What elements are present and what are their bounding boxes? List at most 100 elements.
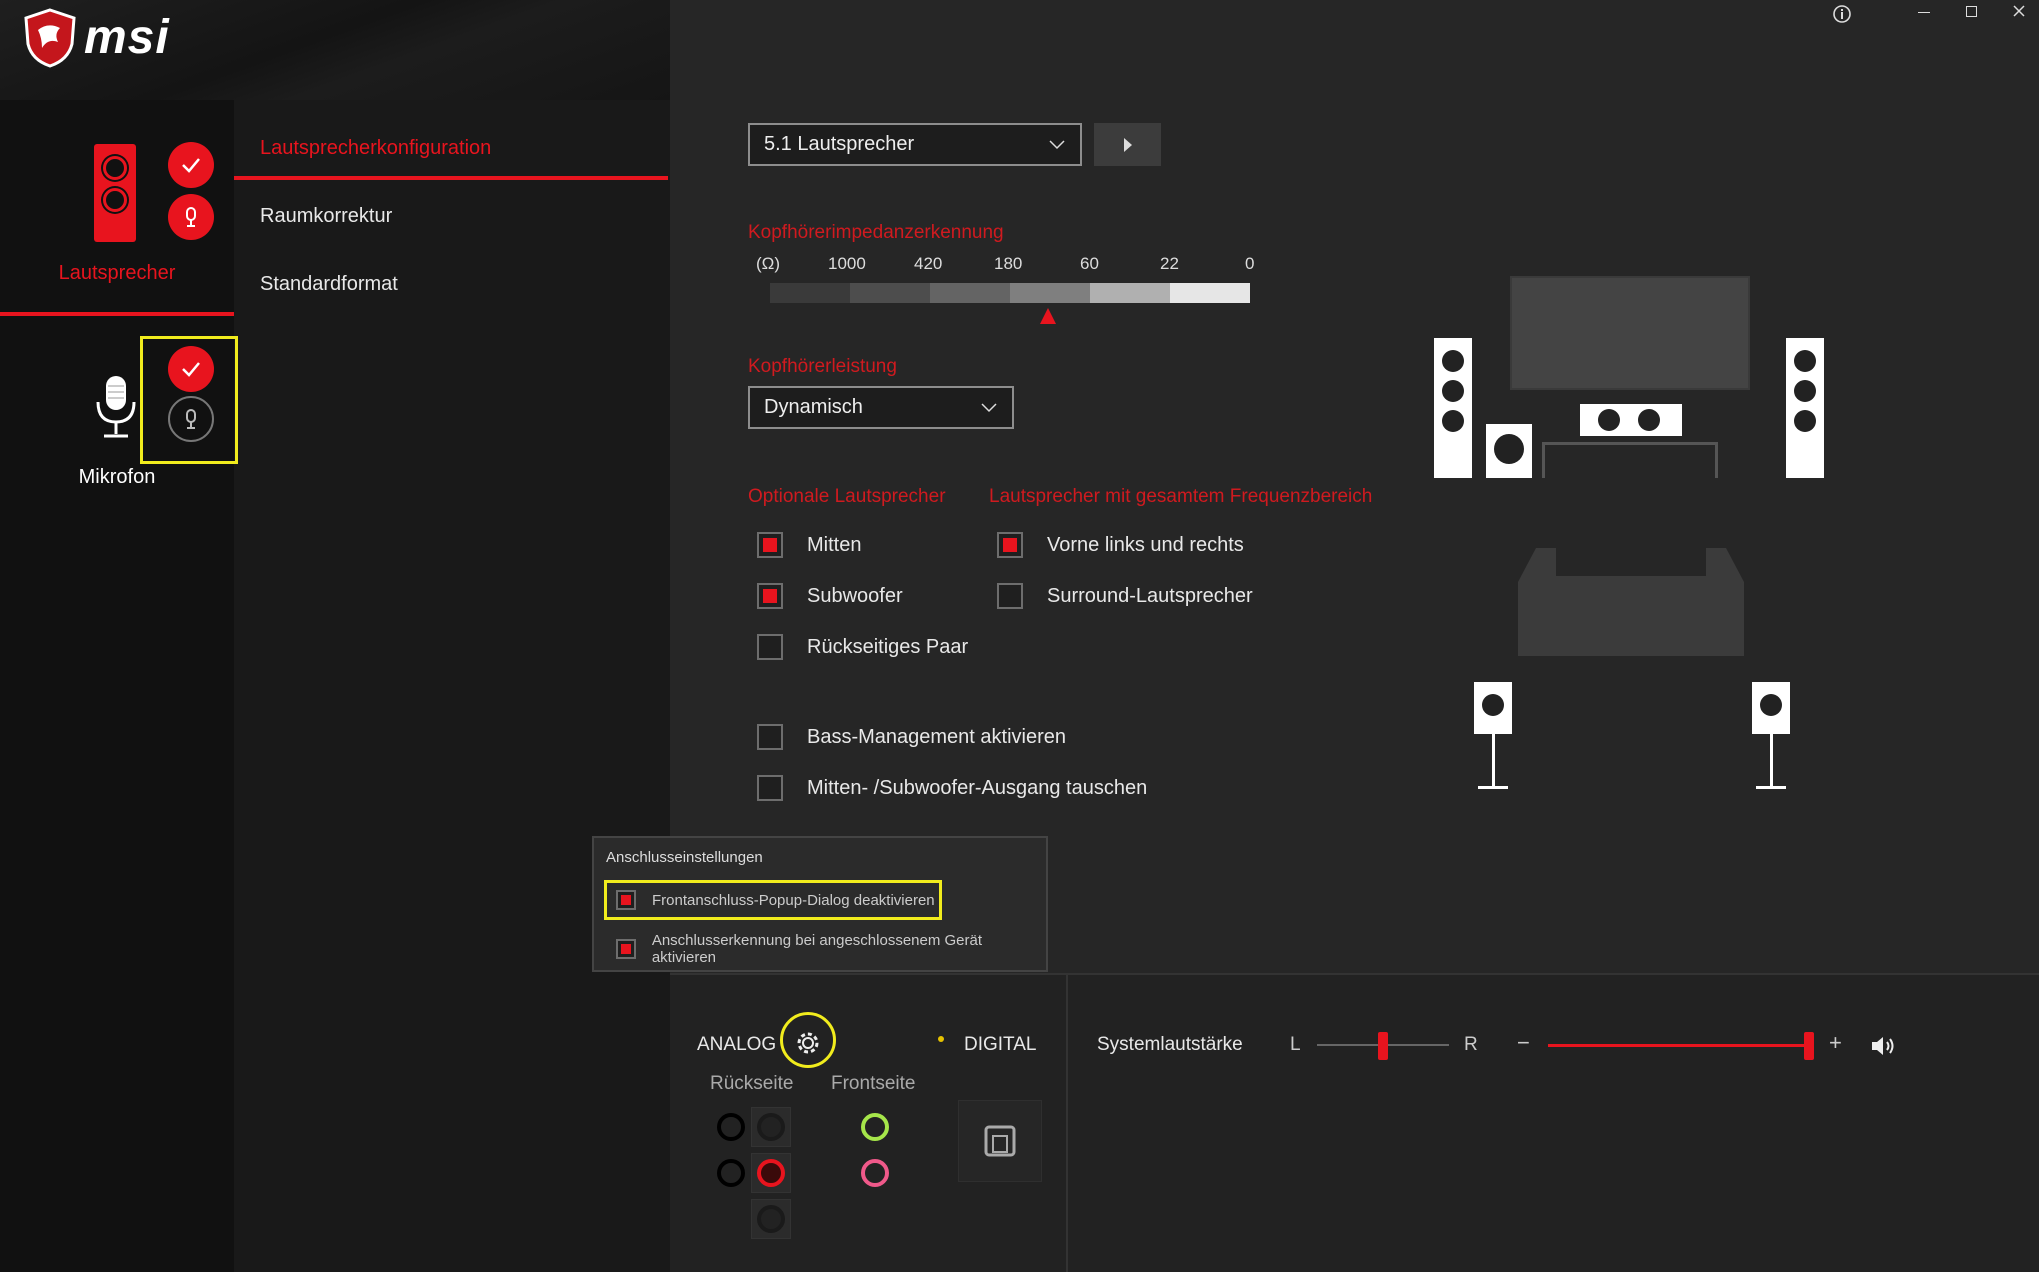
- front-label: Frontseite: [831, 1073, 916, 1094]
- impedance-tick: 180: [994, 254, 1023, 273]
- device-microphone-tile[interactable]: Mikrofon: [0, 330, 238, 500]
- tv-stand: [1542, 442, 1718, 478]
- minimize-icon[interactable]: [1918, 12, 1930, 13]
- checkbox-front-left-right[interactable]: Vorne links und rechts: [997, 532, 1244, 558]
- checkbox-subwoofer[interactable]: Subwoofer: [757, 583, 903, 609]
- device-speaker-tile[interactable]: Lautsprecher: [0, 130, 234, 310]
- headphone-power-select[interactable]: Dynamisch: [748, 386, 1014, 429]
- active-device-underline: [0, 312, 234, 316]
- msi-dragon-logo-icon: [24, 8, 76, 73]
- front-left-speaker-icon[interactable]: [1434, 338, 1472, 478]
- volume-plus-button[interactable]: +: [1829, 1030, 1842, 1056]
- impedance-tick: 420: [914, 254, 943, 273]
- bottom-divider: [1066, 975, 1068, 1272]
- impedance-indicator-icon: [1040, 308, 1056, 324]
- chevron-down-icon: [1048, 135, 1066, 159]
- speaker-config-value: 5.1 Lautsprecher: [764, 133, 915, 155]
- headphone-power-value: Dynamisch: [764, 396, 863, 418]
- maximize-icon[interactable]: [1966, 6, 1977, 17]
- impedance-tick: 1000: [828, 254, 866, 273]
- microphone-status-highlight: [140, 336, 238, 464]
- rear-label: Rückseite: [710, 1073, 794, 1094]
- balance-left-label: L: [1290, 1034, 1301, 1055]
- balance-right-label: R: [1464, 1034, 1478, 1055]
- checkbox-box[interactable]: [757, 634, 783, 660]
- checkbox-label: Mitten- /Subwoofer-Ausgang tauschen: [807, 776, 1148, 799]
- speaker-volume-icon[interactable]: [1870, 1034, 1898, 1063]
- nav-room-correction[interactable]: Raumkorrektur: [260, 205, 392, 228]
- checkbox-bass-management[interactable]: Bass-Management aktivieren: [757, 724, 1066, 750]
- checkbox-box[interactable]: [757, 724, 783, 750]
- rear-jack-red[interactable]: [751, 1153, 791, 1193]
- checkbox-label: Frontanschluss-Popup-Dialog deaktivieren: [652, 891, 935, 909]
- impedance-tick: 22: [1160, 254, 1179, 273]
- optional-speakers-title: Optionale Lautsprecher: [748, 486, 946, 507]
- checkbox-box[interactable]: [757, 583, 783, 609]
- checkbox-label: Mitten: [807, 533, 862, 556]
- impedance-tick: 60: [1080, 254, 1099, 273]
- system-volume-label: Systemlautstärke: [1097, 1034, 1243, 1055]
- front-right-speaker-icon[interactable]: [1786, 338, 1824, 478]
- rear-jack-empty[interactable]: [751, 1107, 791, 1147]
- microphone-device-label: Mikrofon: [78, 466, 156, 488]
- close-icon[interactable]: [2012, 4, 2026, 23]
- checkbox-box[interactable]: [757, 532, 783, 558]
- checkbox-label: Vorne links und rechts: [1047, 533, 1244, 556]
- play-icon: [1123, 137, 1132, 152]
- fullrange-speakers-title: Lautsprecher mit gesamtem Frequenzbereic…: [989, 486, 1373, 507]
- rear-left-speaker-icon[interactable]: [1474, 682, 1512, 790]
- center-speaker-icon[interactable]: [1580, 404, 1682, 436]
- chevron-down-icon: [980, 398, 998, 422]
- speaker-jack-icon: [168, 194, 214, 240]
- checkbox-enable-jack-detection[interactable]: Anschlusserkennung bei angeschlossenem G…: [616, 932, 1046, 966]
- brand-logo-text: msi: [84, 11, 170, 64]
- speaker-config-select[interactable]: 5.1 Lautsprecher: [748, 123, 1082, 166]
- impedance-tick: 0: [1245, 254, 1255, 273]
- subwoofer-speaker-icon[interactable]: [1486, 424, 1532, 478]
- speaker-layout-diagram: [1430, 270, 1830, 790]
- rear-right-speaker-icon[interactable]: [1752, 682, 1790, 790]
- rear-jack-black-2[interactable]: [717, 1159, 745, 1187]
- rear-jack-empty-2[interactable]: [751, 1199, 791, 1239]
- front-jack-pink[interactable]: [861, 1159, 889, 1187]
- balance-slider-thumb[interactable]: [1378, 1032, 1388, 1060]
- speaker-active-check-icon: [168, 142, 214, 188]
- nav-default-format[interactable]: Standardformat: [260, 273, 398, 296]
- volume-slider-thumb[interactable]: [1804, 1032, 1814, 1060]
- info-icon[interactable]: [1832, 4, 1852, 29]
- checkbox-box[interactable]: [616, 939, 636, 959]
- front-jack-green[interactable]: [861, 1113, 889, 1141]
- test-play-button[interactable]: [1094, 123, 1161, 166]
- nav-speaker-configuration[interactable]: Lautsprecherkonfiguration: [260, 137, 491, 160]
- impedance-title: Kopfhörerimpedanzerkennung: [748, 222, 1004, 243]
- checkbox-box[interactable]: [616, 890, 636, 910]
- checkbox-box[interactable]: [997, 532, 1023, 558]
- digital-label: DIGITAL: [964, 1034, 1037, 1055]
- checkbox-disable-front-popup[interactable]: Frontanschluss-Popup-Dialog deaktivieren: [616, 890, 935, 910]
- nav-active-underline: [234, 176, 668, 180]
- checkbox-center[interactable]: Mitten: [757, 532, 861, 558]
- sofa: [1516, 548, 1746, 656]
- popup-title: Anschlusseinstellungen: [606, 849, 763, 866]
- checkbox-box[interactable]: [757, 775, 783, 801]
- microphone-device-icon: [94, 374, 138, 445]
- optical-port-icon[interactable]: [958, 1100, 1042, 1182]
- tv-screen: [1510, 276, 1750, 390]
- impedance-scale-bar: [770, 283, 1250, 303]
- checkbox-label: Subwoofer: [807, 584, 903, 607]
- impedance-unit-label: (Ω): [756, 254, 781, 273]
- volume-slider-track[interactable]: [1548, 1044, 1812, 1047]
- checkbox-swap-center-sub[interactable]: Mitten- /Subwoofer-Ausgang tauschen: [757, 775, 1147, 801]
- rear-jack-black[interactable]: [717, 1113, 745, 1141]
- gear-icon[interactable]: [793, 1028, 823, 1063]
- digital-indicator-icon: [938, 1036, 944, 1042]
- checkbox-label: Anschlusserkennung bei angeschlossenem G…: [651, 932, 983, 966]
- checkbox-surround[interactable]: Surround-Lautsprecher: [997, 583, 1253, 609]
- checkbox-label: Bass-Management aktivieren: [807, 725, 1067, 748]
- speaker-device-label: Lautsprecher: [58, 262, 176, 284]
- checkbox-rear-pair[interactable]: Rückseitiges Paar: [757, 634, 968, 660]
- checkbox-label: Surround-Lautsprecher: [1047, 584, 1253, 607]
- checkbox-box[interactable]: [997, 583, 1023, 609]
- analog-label: ANALOG: [697, 1034, 777, 1055]
- volume-minus-button[interactable]: −: [1517, 1030, 1530, 1056]
